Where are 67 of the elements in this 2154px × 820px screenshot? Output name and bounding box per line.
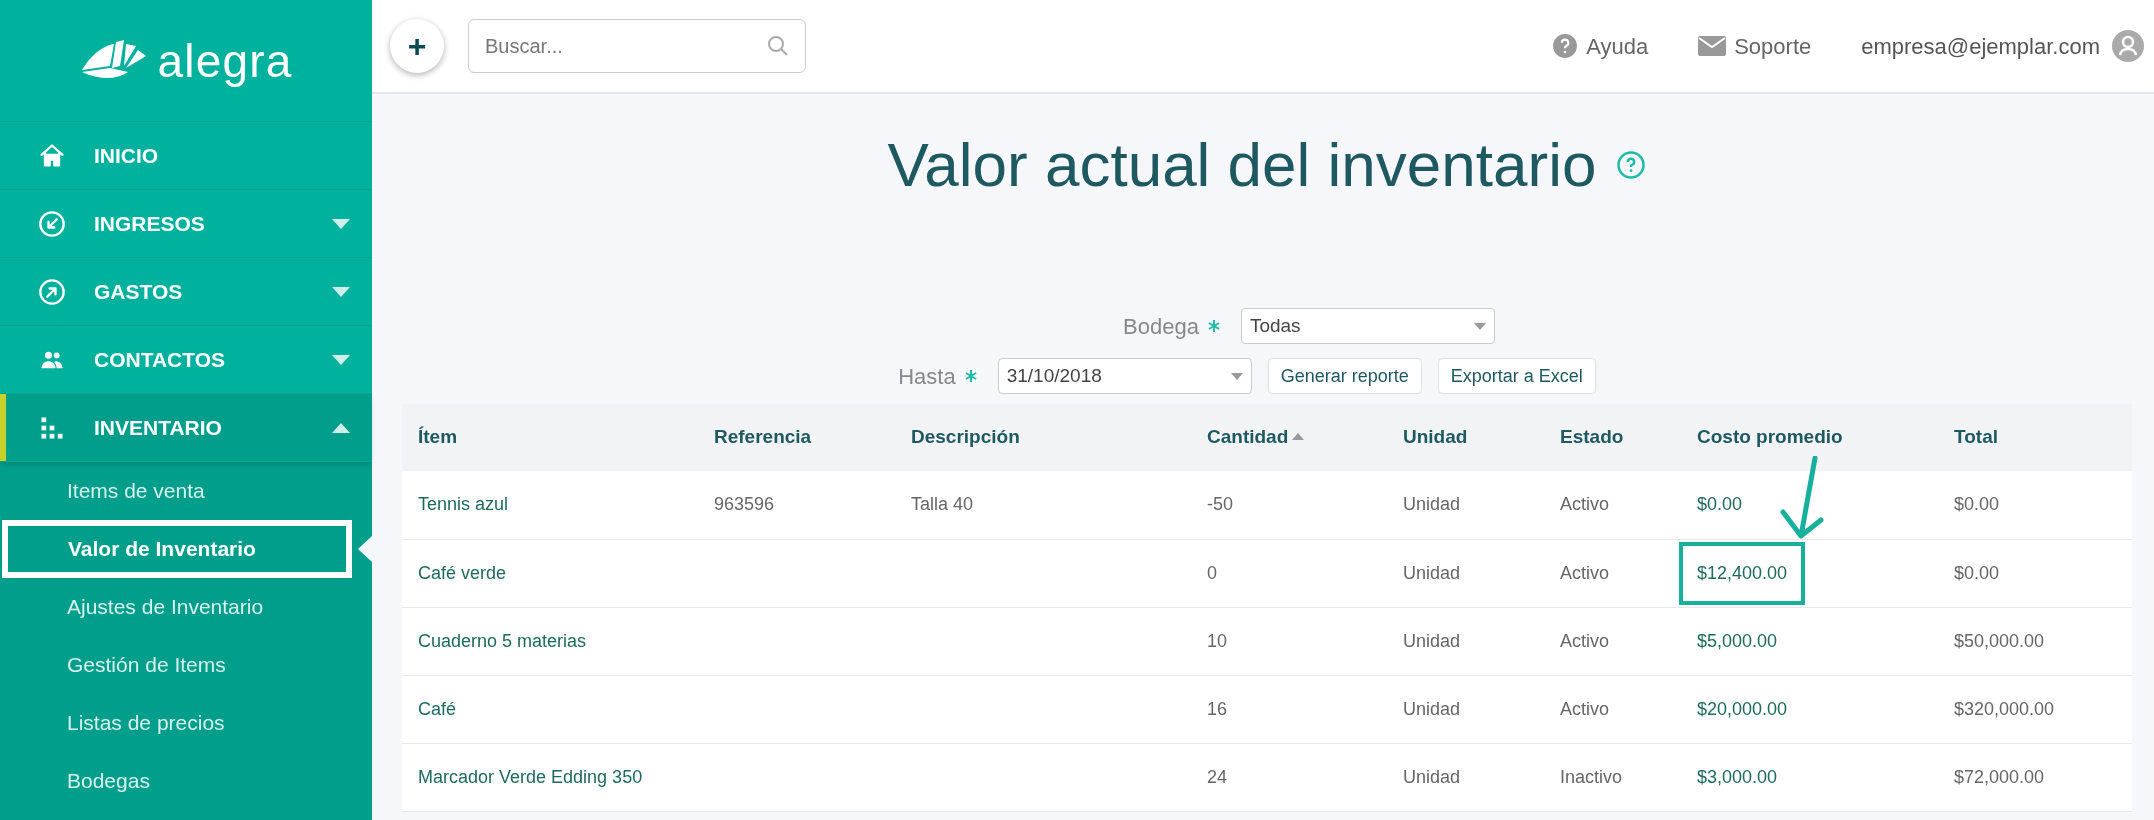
caret-up-icon (332, 422, 350, 433)
table-cell: 24 (1207, 766, 1228, 787)
table-cell: Unidad (1403, 698, 1461, 719)
column-header[interactable]: Unidad (1387, 404, 1544, 471)
table-cell: $50,000.00 (1954, 630, 2045, 651)
table-cell: $72,000.00 (1954, 766, 2045, 787)
table-cell: Inactivo (1560, 766, 1623, 787)
table-cell: Tennis azul (418, 494, 509, 515)
pointer-icon (358, 536, 372, 562)
header-link[interactable]: Ayuda (1552, 29, 1649, 63)
table-cell: Unidad (1403, 630, 1461, 651)
table-cell: $0.00 (1954, 562, 2000, 583)
caret-down-icon (332, 354, 350, 365)
search-icon (766, 34, 790, 58)
table-cell: $12,400.00 (1679, 541, 1806, 605)
caret-down-icon (332, 286, 350, 297)
column-header[interactable]: Descripción (895, 404, 1191, 471)
user-avatar-icon[interactable] (2112, 30, 2144, 62)
table-cell: 10 (1207, 630, 1228, 651)
table-cell: 16 (1207, 698, 1228, 719)
table-cell: Cuaderno 5 materias (418, 630, 587, 651)
table-cell: $0.00 (1697, 494, 1743, 515)
arrow-circle-icon (38, 277, 66, 306)
table-cell: Activo (1560, 494, 1610, 515)
filter-label: Hasta (898, 362, 956, 391)
caret-down-icon (1473, 322, 1486, 330)
column-header[interactable]: Referencia (698, 404, 895, 471)
column-header[interactable]: Estado (1544, 404, 1681, 471)
table-cell: $3,000.00 (1697, 766, 1778, 787)
table-cell: Activo (1560, 698, 1610, 719)
table-cell: Café verde (418, 562, 507, 583)
column-header[interactable]: Total (1938, 404, 2132, 471)
user-email[interactable]: empresa@ejemplar.com (1861, 29, 2100, 63)
table-cell: Talla 40 (911, 494, 974, 515)
add-button[interactable]: + (390, 19, 444, 73)
column-header[interactable]: Costo promedio (1681, 404, 1938, 471)
filter-label: Bodega (1123, 312, 1199, 341)
table-cell: 963596 (714, 494, 775, 515)
arrow-circle-icon (38, 209, 66, 238)
help-icon[interactable] (1616, 150, 1647, 180)
table-cell: $320,000.00 (1954, 698, 2055, 719)
caret-down-icon (1230, 372, 1243, 380)
select-field[interactable]: Todas (1240, 308, 1495, 344)
table-cell: $5,000.00 (1697, 630, 1778, 651)
home-icon (38, 141, 66, 170)
table-cell: Activo (1560, 562, 1610, 583)
table-cell: Unidad (1403, 494, 1461, 515)
table-cell: 0 (1207, 562, 1217, 583)
select-field[interactable]: 31/10/2018 (997, 358, 1252, 394)
action-button[interactable]: Exportar a Excel (1437, 358, 1596, 394)
page-title: Valor actual del inventario (887, 134, 1597, 196)
help-icon (1552, 33, 1579, 59)
header-link[interactable]: Soporte (1698, 29, 1812, 63)
column-header[interactable]: Cantidad (1191, 404, 1387, 471)
table-cell: $0.00 (1954, 494, 2000, 515)
action-button[interactable]: Generar reporte (1267, 358, 1422, 394)
search-field[interactable]: Buscar... (468, 19, 806, 73)
table-cell: Marcador Verde Edding 350 (418, 766, 643, 787)
mail-icon (1698, 35, 1727, 57)
table-cell: $20,000.00 (1697, 698, 1788, 719)
caret-down-icon (332, 218, 350, 229)
table-cell: Unidad (1403, 766, 1461, 787)
column-header[interactable]: Ítem (402, 404, 698, 471)
table-cell: Unidad (1403, 562, 1461, 583)
table-cell: Activo (1560, 630, 1610, 651)
table-cell: -50 (1207, 494, 1233, 515)
table-cell: Café (418, 698, 457, 719)
